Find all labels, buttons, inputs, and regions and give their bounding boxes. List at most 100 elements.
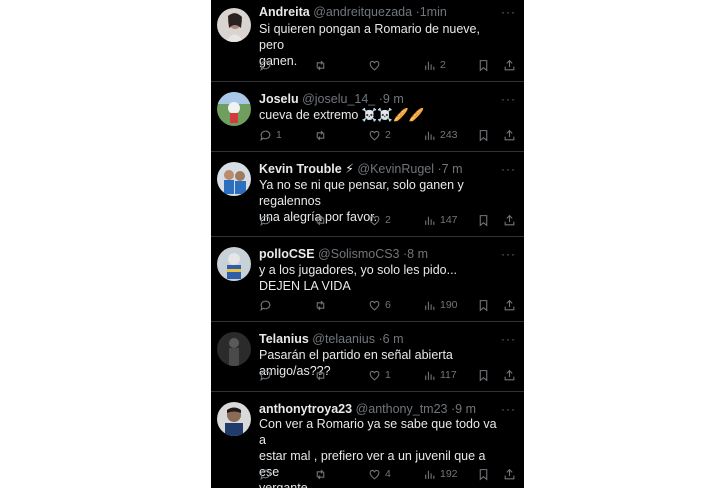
more-icon[interactable]: ··· bbox=[501, 248, 516, 260]
views-button[interactable]: 2 bbox=[423, 57, 446, 73]
tweet-text-line: Si quieren pongan a Romario de nueve, pe… bbox=[259, 22, 480, 52]
views-count: 243 bbox=[440, 129, 458, 141]
tweet[interactable]: Andreita @andreitquezada ·1min ··· Si qu… bbox=[211, 0, 524, 82]
share-icon bbox=[504, 468, 515, 479]
like-button[interactable]: 2 bbox=[368, 127, 391, 143]
like-icon bbox=[369, 130, 380, 141]
reply-button[interactable] bbox=[259, 57, 276, 73]
timestamp[interactable]: 1min bbox=[420, 5, 447, 19]
like-icon bbox=[369, 469, 380, 480]
more-icon[interactable]: ··· bbox=[501, 93, 516, 105]
bookmark-button[interactable] bbox=[477, 212, 490, 228]
views-button[interactable]: 147 bbox=[423, 212, 458, 228]
reply-icon bbox=[260, 215, 271, 226]
like-icon bbox=[369, 370, 380, 381]
reply-button[interactable] bbox=[259, 212, 276, 228]
share-button[interactable] bbox=[503, 57, 516, 73]
like-count: 2 bbox=[385, 214, 391, 226]
tweet[interactable]: anthonytroya23 @anthony_tm23 ·9 m ··· Co… bbox=[211, 392, 524, 488]
views-button[interactable]: 117 bbox=[423, 367, 457, 383]
share-icon bbox=[504, 299, 515, 310]
like-count: 4 bbox=[385, 468, 391, 480]
avatar[interactable] bbox=[217, 162, 251, 196]
retweet-button[interactable] bbox=[314, 367, 331, 383]
avatar[interactable] bbox=[217, 8, 251, 42]
author-handle[interactable]: @SolismoCS3 bbox=[318, 247, 399, 261]
retweet-icon bbox=[316, 130, 325, 140]
author-handle[interactable]: @telaanius bbox=[312, 332, 375, 346]
share-button[interactable] bbox=[503, 212, 516, 228]
action-bar: 6 190 bbox=[259, 297, 518, 313]
timestamp[interactable]: 7 m bbox=[442, 162, 463, 176]
author-name[interactable]: polloCSE bbox=[259, 247, 315, 261]
views-button[interactable]: 192 bbox=[423, 466, 458, 482]
share-button[interactable] bbox=[503, 367, 516, 383]
avatar[interactable] bbox=[217, 402, 251, 436]
reply-icon bbox=[260, 60, 271, 71]
share-button[interactable] bbox=[503, 466, 516, 482]
like-count: 6 bbox=[385, 299, 391, 311]
author-name[interactable]: anthonytroya23 bbox=[259, 402, 352, 416]
tweet[interactable]: Kevin Trouble ⚡ @KevinRugel ·7 m ··· Ya … bbox=[211, 152, 524, 237]
views-icon bbox=[425, 301, 435, 310]
author-name[interactable]: Telanius bbox=[259, 332, 309, 346]
author-name[interactable]: Kevin Trouble ⚡ bbox=[259, 162, 354, 176]
author-name[interactable]: Andreita bbox=[259, 5, 310, 19]
views-button[interactable]: 190 bbox=[423, 297, 458, 313]
avatar[interactable] bbox=[217, 332, 251, 366]
avatar[interactable] bbox=[217, 247, 251, 281]
reply-button[interactable] bbox=[259, 297, 276, 313]
share-button[interactable] bbox=[503, 127, 516, 143]
retweet-icon bbox=[316, 370, 325, 380]
author-handle[interactable]: @KevinRugel bbox=[357, 162, 434, 176]
bookmark-button[interactable] bbox=[477, 367, 490, 383]
more-icon[interactable]: ··· bbox=[501, 163, 516, 175]
views-icon bbox=[425, 216, 435, 225]
retweet-button[interactable] bbox=[314, 57, 331, 73]
retweet-icon bbox=[316, 215, 325, 225]
avatar-image bbox=[217, 92, 251, 126]
tweet-text-line: y a los jugadores, yo solo les pido... bbox=[259, 263, 458, 277]
author-handle[interactable]: @andreitquezada bbox=[313, 5, 412, 19]
timestamp[interactable]: 9 m bbox=[455, 402, 476, 416]
bookmark-button[interactable] bbox=[477, 57, 490, 73]
more-icon[interactable]: ··· bbox=[501, 403, 516, 415]
timestamp[interactable]: 6 m bbox=[383, 332, 404, 346]
reply-icon bbox=[260, 130, 271, 141]
bookmark-icon bbox=[479, 129, 488, 142]
views-count: 2 bbox=[440, 59, 446, 71]
like-button[interactable]: 1 bbox=[368, 367, 391, 383]
avatar[interactable] bbox=[217, 92, 251, 126]
author-handle[interactable]: @joselu_14_ bbox=[302, 92, 375, 106]
author-handle[interactable]: @anthony_tm23 bbox=[356, 402, 448, 416]
like-button[interactable]: 6 bbox=[368, 297, 391, 313]
reply-icon bbox=[260, 469, 271, 480]
bookmark-button[interactable] bbox=[477, 297, 490, 313]
views-count: 190 bbox=[440, 299, 458, 311]
retweet-button[interactable] bbox=[314, 212, 331, 228]
bookmark-button[interactable] bbox=[477, 466, 490, 482]
reply-button[interactable] bbox=[259, 367, 276, 383]
action-bar: 2 147 bbox=[259, 212, 518, 228]
retweet-button[interactable] bbox=[314, 297, 331, 313]
bookmark-button[interactable] bbox=[477, 127, 490, 143]
tweet[interactable]: polloCSE @SolismoCS3 ·8 m ··· y a los ju… bbox=[211, 237, 524, 322]
more-icon[interactable]: ··· bbox=[501, 333, 516, 345]
retweet-button[interactable] bbox=[314, 127, 331, 143]
tweet[interactable]: Telanius @telaanius ·6 m ··· Pasarán el … bbox=[211, 322, 524, 392]
reply-button[interactable]: 1 bbox=[259, 127, 282, 143]
tweet[interactable]: Joselu @joselu_14_ ·9 m ··· cueva de ext… bbox=[211, 82, 524, 152]
timestamp[interactable]: 8 m bbox=[407, 247, 428, 261]
views-button[interactable]: 243 bbox=[423, 127, 458, 143]
timestamp[interactable]: 9 m bbox=[383, 92, 404, 106]
avatar-image bbox=[217, 247, 251, 281]
like-button[interactable]: 4 bbox=[368, 466, 391, 482]
like-button[interactable]: 2 bbox=[368, 212, 391, 228]
tweet-text: y a los jugadores, yo solo les pido... D… bbox=[259, 262, 506, 294]
more-icon[interactable]: ··· bbox=[501, 6, 516, 18]
author-name[interactable]: Joselu bbox=[259, 92, 299, 106]
share-button[interactable] bbox=[503, 297, 516, 313]
like-button[interactable] bbox=[368, 57, 385, 73]
retweet-button[interactable] bbox=[314, 466, 331, 482]
reply-button[interactable] bbox=[259, 466, 276, 482]
